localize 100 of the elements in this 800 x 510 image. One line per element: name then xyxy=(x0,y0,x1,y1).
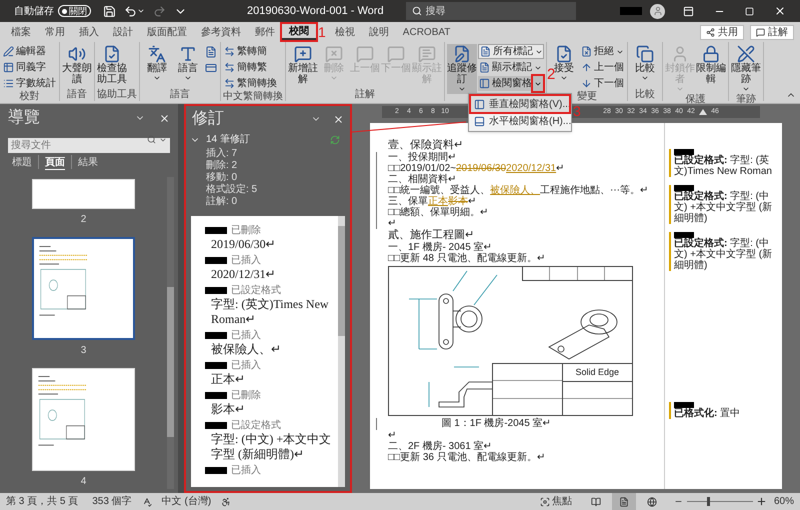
search-field[interactable]: 搜尋 xyxy=(406,2,576,20)
comment-text-icon xyxy=(418,45,436,63)
zoom-level[interactable]: 60% xyxy=(774,494,794,509)
ribbon-button[interactable]: 限制編輯 xyxy=(696,44,726,86)
ribbon-tab[interactable]: 參考資料 xyxy=(194,24,248,40)
page-icon xyxy=(618,496,629,506)
ribbon-tab[interactable]: ACROBAT xyxy=(396,24,458,40)
search-field[interactable]: 搜尋文件 xyxy=(8,138,170,153)
redaction-block xyxy=(674,232,694,238)
pane-icon xyxy=(474,98,485,110)
accessibility-icon[interactable] xyxy=(221,496,232,506)
ribbon-tab[interactable]: 檔案 xyxy=(4,24,38,40)
group-label: 變更 xyxy=(576,91,598,103)
comment-icon xyxy=(356,45,374,63)
ribbon-button[interactable]: 檢閱窗格 xyxy=(478,76,533,91)
proofing-icon[interactable] xyxy=(142,496,152,506)
ribbon-tab[interactable]: 插入 xyxy=(72,24,106,40)
pane-tab[interactable]: 標題 xyxy=(6,155,38,169)
callout-number: 1 xyxy=(318,24,326,40)
ribbon-tab[interactable]: 說明 xyxy=(362,24,396,40)
close-button[interactable] xyxy=(333,114,344,124)
ribbon-tab[interactable]: 檢視 xyxy=(328,24,362,40)
close-icon xyxy=(774,5,786,17)
comments-button[interactable]: 註解 xyxy=(750,24,794,40)
autosave-toggle[interactable]: 關閉 xyxy=(58,5,91,17)
balloon-text: 已設定格式: 字型: (英文)Times New Roman xyxy=(674,155,773,177)
document-icon xyxy=(205,46,217,58)
scrollbar[interactable] xyxy=(167,177,174,489)
ribbon-button[interactable]: 檢查協助工具 xyxy=(97,44,127,86)
menu-item[interactable]: 水平檢閱窗格(H)... xyxy=(471,113,569,129)
arrow-down-icon xyxy=(581,78,592,89)
close-button[interactable] xyxy=(159,112,170,124)
document-pen-icon xyxy=(453,45,471,63)
ribbon-button[interactable]: 新增註解 xyxy=(288,44,318,86)
menu-item[interactable]: 垂直檢閱窗格(V)... xyxy=(471,96,569,112)
caret-icon xyxy=(159,136,167,144)
save-button[interactable] xyxy=(103,4,116,18)
page-thumbnail[interactable] xyxy=(32,237,135,340)
ribbon-button[interactable]: 大聲朗讀 xyxy=(62,44,92,86)
ribbon-button[interactable]: 簡轉繁 xyxy=(223,60,268,75)
ribbon-button[interactable]: 隱藏筆跡 xyxy=(731,44,761,94)
ribbon-tab[interactable]: 郵件 xyxy=(248,24,282,40)
page-info[interactable]: 第 3 頁，共 5 頁 xyxy=(6,494,78,509)
ribbon-tab[interactable]: 版面配置 xyxy=(140,24,194,40)
ribbon-tab[interactable]: 常用 xyxy=(38,24,72,40)
document-line: 一、投保期間↵ xyxy=(388,152,457,163)
ribbon-tab[interactable]: 校閱 xyxy=(282,24,316,40)
ribbon-button[interactable]: 繁轉簡 xyxy=(223,44,268,59)
document-line: □□更新 48 只電池、配電線更新。↵ xyxy=(388,253,546,264)
ribbon-button[interactable]: 拒絕 xyxy=(580,44,625,59)
ribbon-button[interactable]: 翻譯 xyxy=(142,44,172,83)
ribbon-icon-button[interactable] xyxy=(204,44,218,59)
ribbon-display-button[interactable] xyxy=(683,6,694,16)
title-block-text: Solid Edge xyxy=(575,366,620,379)
table-icon xyxy=(3,62,14,73)
language-label[interactable]: 中文 (台灣) xyxy=(162,494,212,509)
close-button[interactable] xyxy=(774,5,786,17)
redo-icon xyxy=(153,4,166,18)
scrollbar[interactable] xyxy=(338,216,345,487)
ribbon-button[interactable]: 上一個 xyxy=(580,60,625,75)
ribbon-button[interactable]: 追蹤修訂 xyxy=(447,44,477,94)
markup-select[interactable]: 所有標記 xyxy=(478,44,544,59)
ribbon-button[interactable]: 比較 xyxy=(630,44,660,83)
ribbon-tab[interactable]: 設計 xyxy=(106,24,140,40)
revision-action: 已設定格式 xyxy=(231,419,281,432)
word-count[interactable]: 353 個字 xyxy=(92,494,132,509)
ribbon-button[interactable]: 繁簡轉換 xyxy=(223,76,278,91)
split-dropdown-button[interactable] xyxy=(533,76,543,91)
ribbon-button[interactable]: 顯示標記 xyxy=(478,60,543,75)
caret-icon xyxy=(184,74,192,82)
ribbon-button[interactable]: 編輯器 xyxy=(2,44,47,59)
focus-button[interactable]: 焦點 xyxy=(540,494,572,509)
ribbon-button[interactable]: 語言 xyxy=(173,44,203,83)
document-line: ↵ xyxy=(388,218,397,229)
letter-icon xyxy=(179,45,197,63)
pane-tab[interactable]: 頁面 xyxy=(38,155,71,169)
document-heading: 壹、保險資料↵ xyxy=(388,139,464,152)
summary-toggle[interactable]: 14 筆修訂 xyxy=(190,132,250,147)
share-button[interactable]: 共用 xyxy=(700,24,744,40)
comment-add-icon xyxy=(294,45,312,63)
revision-count: 格式設定: 5 xyxy=(206,184,258,196)
group-label: 語言 xyxy=(169,89,191,101)
group-label: 協助工具 xyxy=(97,89,137,101)
ribbon-display-icon xyxy=(683,6,694,16)
part-side-view-drawing xyxy=(428,366,495,408)
caret-icon xyxy=(153,74,161,82)
maximize-button[interactable] xyxy=(745,6,754,16)
pane-tab[interactable]: 結果 xyxy=(71,155,104,169)
revision-count: 插入: 7 xyxy=(206,148,238,160)
revision-text: 2020/12/31↵ xyxy=(210,267,277,282)
undo-button[interactable] xyxy=(124,4,145,18)
revision-text: 字型: (中文) +本文中文字型 (新細明體)↵ xyxy=(210,432,332,462)
view-button[interactable] xyxy=(612,493,636,510)
ribbon-button[interactable]: 下一個 xyxy=(580,76,625,91)
avatar[interactable] xyxy=(650,4,665,18)
ribbon-button[interactable]: 字數統計 xyxy=(2,76,57,91)
slider-thumb[interactable] xyxy=(707,497,710,506)
ribbon-button[interactable]: 同義字 xyxy=(2,60,47,75)
zoom-in-icon[interactable] xyxy=(756,497,766,506)
list-icon xyxy=(3,78,14,89)
